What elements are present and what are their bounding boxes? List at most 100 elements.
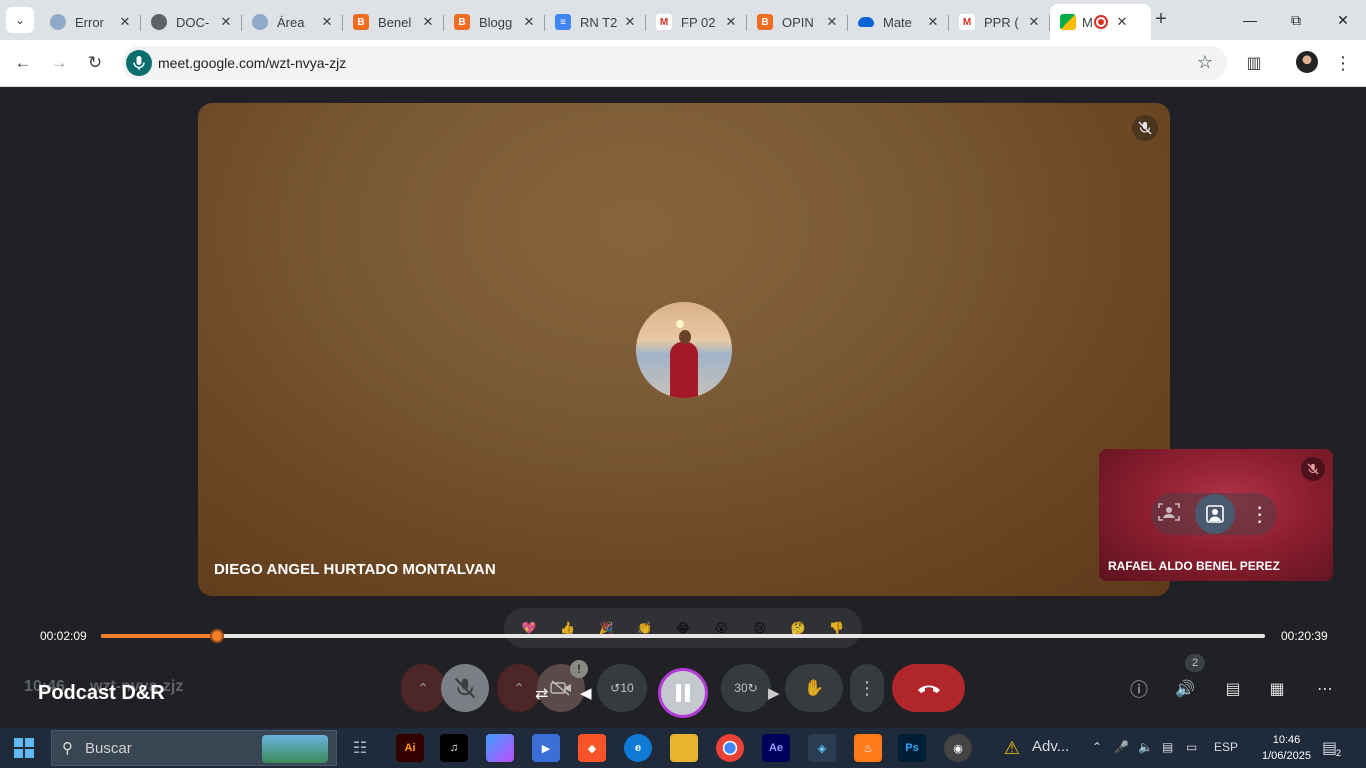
chevron-up-icon: ⌃ (513, 679, 525, 696)
raise-hand-button[interactable]: ✋ (785, 664, 843, 712)
avatar-person (670, 342, 698, 398)
illustrator-icon[interactable]: Ai (396, 734, 424, 762)
rewind-10-button[interactable]: ↺10 (597, 664, 647, 712)
tab-title: M (1082, 14, 1093, 30)
tab-search-button[interactable]: ⌄ (6, 7, 34, 33)
menu-button[interactable]: ⋮ (1331, 51, 1355, 75)
extensions-button[interactable]: ▥ (1242, 51, 1266, 75)
skip-previous-icon[interactable]: ◀ (580, 684, 592, 702)
visual-effects-icon[interactable] (1194, 494, 1235, 534)
davinci-icon[interactable]: ◈ (808, 734, 836, 762)
more-vert-icon[interactable]: ⋮ (1250, 502, 1270, 527)
chrome-icon[interactable] (716, 734, 744, 762)
media-player-icon[interactable]: ▶ (532, 734, 560, 762)
obs-icon[interactable]: ◉ (944, 734, 972, 762)
more-options-button[interactable]: ⋮ (850, 664, 884, 712)
shuffle-icon[interactable]: ⇄ (535, 684, 548, 704)
total-time: 00:20:39 (1281, 629, 1328, 643)
back-button[interactable]: ← (11, 51, 35, 75)
seek-thumb[interactable] (210, 629, 225, 643)
task-view-icon[interactable]: ☷ (346, 734, 374, 762)
notification-icon[interactable]: ▤ (1322, 738, 1337, 758)
leave-call-button[interactable] (892, 664, 965, 712)
reload-button[interactable]: ↻ (83, 51, 107, 75)
profile-avatar[interactable] (1296, 51, 1318, 73)
close-icon[interactable]: ✕ (824, 14, 840, 30)
tab-rn-t2[interactable]: ≡ RN T2 ✕ (545, 6, 646, 38)
self-view-tile[interactable]: ⋮ RAFAEL ALDO BENEL PEREZ (1099, 449, 1333, 581)
mic-off-icon (1301, 457, 1325, 481)
tab-strip: ⌄ Error ✕ DOC- ✕ Área ✕ B Benel ✕ B Blog… (0, 0, 1366, 40)
tab-mate[interactable]: Mate ✕ (848, 6, 949, 38)
copilot-icon[interactable] (486, 734, 514, 762)
forward-30-button[interactable]: 30↻ (721, 664, 771, 712)
battery-icon[interactable]: ▭ (1186, 740, 1197, 754)
bookmark-star-icon[interactable]: ☆ (1197, 52, 1213, 73)
seek-bar[interactable] (101, 629, 1265, 643)
new-tab-button[interactable]: + (1150, 8, 1172, 30)
taskbar-clock[interactable]: 10:46 1/06/2025 (1262, 732, 1311, 764)
network-icon[interactable]: ▤ (1162, 740, 1173, 754)
start-button[interactable] (14, 738, 34, 758)
tab-fp02[interactable]: M FP 02 ✕ (646, 6, 747, 38)
tab-meet-active[interactable]: M ✕ (1050, 4, 1151, 40)
address-bar[interactable]: meet.google.com/wzt-nvya-zjz ☆ (122, 46, 1227, 80)
after-effects-icon[interactable]: Ae (762, 734, 790, 762)
restore-icon: ⧉ (1291, 11, 1301, 28)
file-explorer-icon[interactable] (670, 734, 698, 762)
tab-blogger[interactable]: B Blogg ✕ (444, 6, 545, 38)
activities-icon[interactable]: ▦ (1264, 676, 1290, 702)
restore-button[interactable]: ⧉ (1273, 0, 1319, 40)
tab-title: Área (277, 14, 305, 30)
microphone-icon[interactable] (126, 50, 152, 76)
forward-button[interactable]: → (47, 51, 71, 75)
close-icon[interactable]: ✕ (420, 14, 436, 30)
tab-error[interactable]: Error ✕ (40, 6, 141, 38)
close-icon[interactable]: ✕ (622, 14, 638, 30)
more-vert-icon: ⋮ (1334, 52, 1352, 73)
tab-benel[interactable]: B Benel ✕ (343, 6, 444, 38)
close-window-button[interactable]: ✕ (1320, 0, 1366, 40)
podcast-title: Podcast D&R (38, 682, 165, 704)
pause-button[interactable] (658, 668, 708, 718)
adv-label[interactable]: Adv... (1032, 738, 1069, 755)
chat-icon[interactable]: ▤ (1220, 676, 1246, 702)
close-icon[interactable]: ✕ (1114, 14, 1130, 30)
close-icon[interactable]: ✕ (218, 14, 234, 30)
mic-options-button[interactable]: ⌃ (401, 664, 445, 712)
close-icon[interactable]: ✕ (925, 14, 941, 30)
fl-studio-icon[interactable]: ♨ (854, 734, 882, 762)
close-icon[interactable]: ✕ (521, 14, 537, 30)
language-indicator[interactable]: ESP (1214, 740, 1238, 754)
brave-icon[interactable]: ◆ (578, 734, 606, 762)
close-icon[interactable]: ✕ (1026, 14, 1042, 30)
taskbar-search[interactable]: ⚲ Buscar (51, 730, 337, 766)
photoshop-icon[interactable]: Ps (898, 734, 926, 762)
tiktok-icon[interactable]: ♫ (440, 734, 468, 762)
tab-opin[interactable]: B OPIN ✕ (747, 6, 848, 38)
edge-icon[interactable]: e (624, 734, 652, 762)
host-controls-icon[interactable]: ⋯ (1312, 676, 1338, 702)
close-icon[interactable]: ✕ (319, 14, 335, 30)
frame-person-icon[interactable] (1158, 502, 1181, 526)
meeting-details-icon[interactable]: ⓘ (1126, 676, 1152, 702)
grid-icon: ▦ (1269, 681, 1285, 698)
tab-area[interactable]: Área ✕ (242, 6, 343, 38)
main-participant-tile[interactable]: DIEGO ANGEL HURTADO MONTALVAN (198, 103, 1170, 596)
minimize-button[interactable]: — (1227, 0, 1273, 40)
onedrive-icon (858, 17, 874, 27)
chevron-up-icon[interactable]: ⌃ (1092, 740, 1102, 754)
docs-icon: ≡ (555, 14, 571, 30)
microphone-icon[interactable]: 🎤 (1114, 740, 1129, 754)
skip-next-icon[interactable]: ▶ (768, 684, 780, 702)
tab-ppr[interactable]: M PPR ( ✕ (949, 6, 1050, 38)
blogger-icon: B (757, 14, 773, 30)
tab-title: Blogg (479, 14, 513, 30)
tab-doc[interactable]: DOC- ✕ (141, 6, 242, 38)
close-icon[interactable]: ✕ (723, 14, 739, 30)
people-icon[interactable]: 🔊 (1172, 676, 1198, 702)
warning-icon[interactable]: ⚠ (998, 734, 1026, 762)
mic-toggle-button[interactable] (441, 664, 489, 712)
speaker-icon[interactable]: 🔈 (1138, 740, 1153, 754)
close-icon[interactable]: ✕ (117, 14, 133, 30)
